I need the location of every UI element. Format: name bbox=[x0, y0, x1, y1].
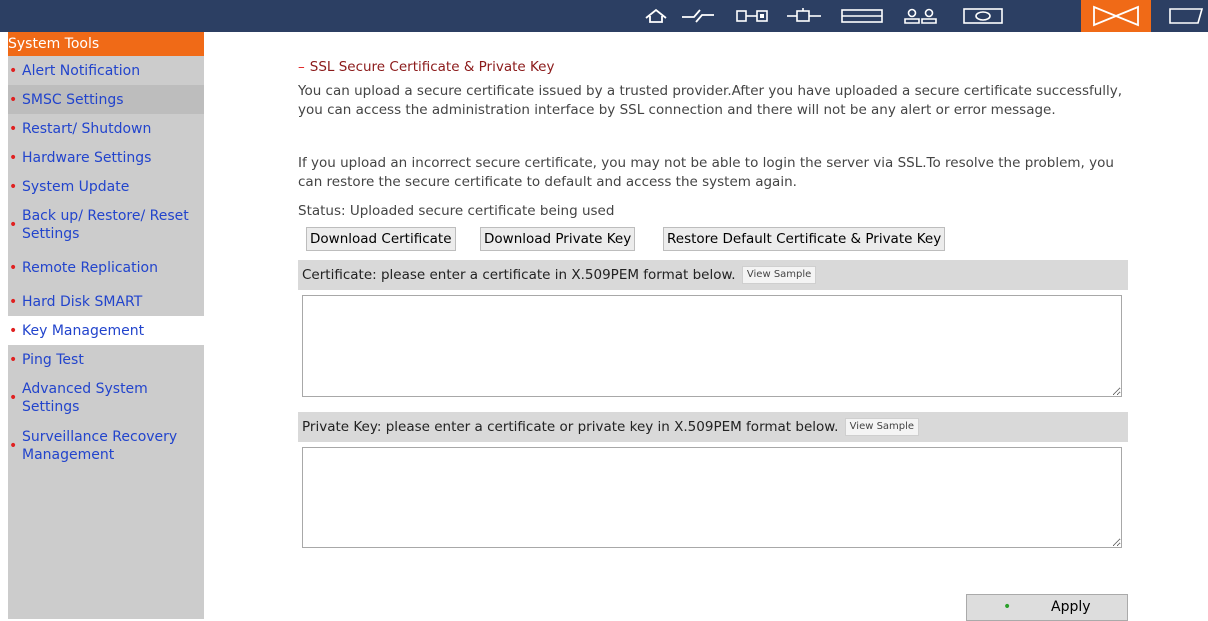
status-text: Status: Uploaded secure certificate bein… bbox=[298, 203, 615, 219]
sidebar-item-label: Remote Replication bbox=[22, 260, 158, 276]
sidebar-item-label: Hard Disk SMART bbox=[22, 293, 143, 310]
sidebar-item-backup-restore-reset[interactable]: • Back up/ Restore/ Reset Settings bbox=[8, 201, 204, 249]
sidebar-item-label: Surveillance Recovery Management bbox=[22, 429, 178, 463]
private-key-view-sample-button[interactable]: View Sample bbox=[844, 418, 920, 436]
sidebar-item-key-management[interactable]: • Key Management bbox=[8, 316, 204, 345]
tools-icon[interactable] bbox=[1081, 0, 1151, 32]
sidebar-item-label: Key Management bbox=[22, 322, 145, 339]
bullet-icon: • bbox=[9, 351, 18, 368]
sidebar-item-smsc-settings[interactable]: • SMSC Settings bbox=[8, 85, 204, 114]
sidebar-item-label: Hardware Settings bbox=[22, 149, 152, 166]
bullet-icon: • bbox=[9, 390, 18, 406]
certificate-textarea[interactable] bbox=[302, 295, 1122, 397]
bullet-icon: • bbox=[9, 438, 18, 454]
network-icon[interactable] bbox=[678, 4, 718, 28]
sidebar-item-alert-notification[interactable]: • Alert Notification bbox=[8, 56, 204, 85]
description-paragraph: You can upload a secure certificate issu… bbox=[298, 83, 1123, 118]
bullet-icon: • bbox=[9, 260, 18, 276]
private-key-label: Private Key: please enter a certificate … bbox=[302, 419, 839, 435]
sidebar-item-surveillance-recovery[interactable]: • Surveillance Recovery Management bbox=[8, 422, 204, 470]
sidebar-item-ping-test[interactable]: • Ping Test bbox=[8, 345, 204, 374]
sidebar-item-label: Restart/ Shutdown bbox=[22, 120, 152, 137]
private-key-textarea[interactable] bbox=[302, 447, 1122, 548]
sidebar-title: System Tools bbox=[8, 32, 204, 56]
top-toolbar bbox=[0, 0, 1208, 32]
apply-dot-icon: • bbox=[1003, 599, 1012, 615]
bullet-icon: • bbox=[9, 178, 18, 195]
sidebar-item-restart-shutdown[interactable]: • Restart/ Shutdown bbox=[8, 114, 204, 143]
certificate-view-sample-button[interactable]: View Sample bbox=[741, 266, 817, 284]
sidebar-item-advanced-system-settings[interactable]: • Advanced System Settings bbox=[8, 374, 204, 422]
section-title-label: SSL Secure Certificate & Private Key bbox=[309, 59, 555, 75]
restore-default-button[interactable]: Restore Default Certificate & Private Ke… bbox=[663, 227, 946, 251]
certificate-label-bar: Certificate: please enter a certificate … bbox=[298, 260, 1128, 290]
bullet-icon: • bbox=[9, 62, 18, 79]
private-key-label-bar: Private Key: please enter a certificate … bbox=[298, 412, 1128, 442]
disk-icon[interactable] bbox=[839, 4, 885, 28]
certificate-label: Certificate: please enter a certificate … bbox=[302, 267, 736, 283]
device-icon[interactable] bbox=[734, 4, 770, 28]
users-icon[interactable] bbox=[899, 4, 941, 28]
apply-button[interactable]: • Apply bbox=[966, 594, 1128, 621]
sidebar-item-label: Alert Notification bbox=[22, 62, 141, 79]
sidebar-item-label: SMSC Settings bbox=[22, 91, 124, 108]
sidebar-item-label: Back up/ Restore/ Reset Settings bbox=[22, 208, 189, 242]
plug-icon[interactable] bbox=[784, 4, 824, 28]
bullet-icon: • bbox=[9, 322, 18, 339]
collapse-icon[interactable]: – bbox=[298, 59, 305, 75]
sidebar-item-system-update[interactable]: • System Update bbox=[8, 172, 204, 201]
sidebar-item-hard-disk-smart[interactable]: • Hard Disk SMART bbox=[8, 287, 204, 316]
sidebar-item-label: System Update bbox=[22, 178, 130, 195]
sidebar-item-remote-replication[interactable]: • Remote Replication bbox=[8, 249, 204, 287]
sidebar-item-label: Ping Test bbox=[22, 351, 84, 368]
download-private-key-button[interactable]: Download Private Key bbox=[480, 227, 636, 251]
bullet-icon: • bbox=[9, 293, 18, 310]
bullet-icon: • bbox=[9, 149, 18, 166]
download-certificate-button[interactable]: Download Certificate bbox=[306, 227, 456, 251]
sidebar-item-hardware-settings[interactable]: • Hardware Settings bbox=[8, 143, 204, 172]
log-icon[interactable] bbox=[1166, 4, 1206, 28]
bullet-icon: • bbox=[9, 120, 18, 137]
section-title[interactable]: – SSL Secure Certificate & Private Key bbox=[298, 59, 554, 75]
bullet-icon: • bbox=[9, 217, 18, 233]
home-icon[interactable] bbox=[641, 4, 671, 28]
warning-paragraph: If you upload an incorrect secure certif… bbox=[298, 155, 1114, 190]
apply-label: Apply bbox=[1051, 599, 1091, 615]
sidebar: System Tools • Alert Notification • SMSC… bbox=[8, 32, 204, 619]
monitor-icon[interactable] bbox=[960, 4, 1006, 28]
bullet-icon: • bbox=[9, 91, 18, 108]
sidebar-item-label: Advanced System Settings bbox=[22, 381, 148, 415]
